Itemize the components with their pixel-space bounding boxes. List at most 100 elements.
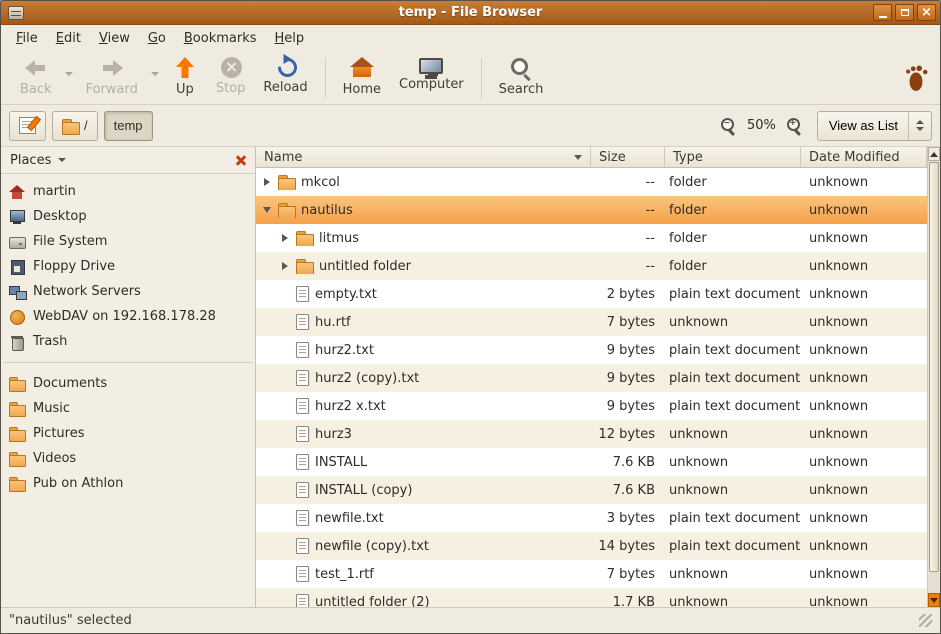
close-button[interactable]: ×: [917, 4, 936, 21]
sidebar-item-pictures[interactable]: Pictures: [1, 421, 255, 446]
sidebar-item-pub-on-athlon[interactable]: Pub on Athlon: [1, 471, 255, 496]
back-icon: [23, 57, 49, 79]
collapse-arrow-icon[interactable]: [262, 207, 272, 213]
up-icon: [172, 57, 198, 79]
file-row-test-1-rtf[interactable]: test_1.rtf7 bytesunknownunknown: [256, 560, 927, 588]
menu-help[interactable]: Help: [266, 28, 314, 49]
file-date-cell: unknown: [801, 483, 927, 498]
expand-arrow-icon[interactable]: [262, 178, 272, 186]
network-icon: [9, 284, 25, 300]
scroll-down-icon: [930, 598, 938, 603]
file-row-newfile-copy-txt[interactable]: newfile (copy).txt14 bytesplain text doc…: [256, 532, 927, 560]
folder-icon: [296, 258, 313, 274]
search-button[interactable]: Search: [490, 54, 553, 102]
scroll-up-button[interactable]: [928, 147, 940, 161]
vertical-scrollbar[interactable]: [927, 147, 940, 607]
sidebar-item-label: WebDAV on 192.168.178.28: [33, 309, 216, 324]
file-name-cell: nautilus: [256, 202, 591, 218]
file-row-nautilus[interactable]: nautilus--folderunknown: [256, 196, 927, 224]
folder-icon: [62, 118, 79, 134]
menu-bookmarks[interactable]: Bookmarks: [175, 28, 266, 49]
sidebar-item-network-servers[interactable]: Network Servers: [1, 279, 255, 304]
file-list-pane: NameSizeTypeDate Modified mkcol--folderu…: [256, 147, 927, 607]
up-button[interactable]: Up: [163, 54, 207, 102]
reload-button[interactable]: Reload: [254, 54, 316, 102]
file-name-cell: hurz2 x.txt: [256, 398, 591, 414]
resize-grip[interactable]: [919, 614, 932, 627]
minimize-button[interactable]: [873, 4, 892, 21]
sidebar-item-floppy-drive[interactable]: Floppy Drive: [1, 254, 255, 279]
file-row-install[interactable]: INSTALL7.6 KBunknownunknown: [256, 448, 927, 476]
file-date-cell: unknown: [801, 259, 927, 274]
file-type-cell: unknown: [665, 567, 801, 582]
view-selector[interactable]: View as List: [817, 111, 932, 141]
sidebar-item-desktop[interactable]: Desktop: [1, 204, 255, 229]
file-row-litmus[interactable]: litmus--folderunknown: [256, 224, 927, 252]
file-date-cell: unknown: [801, 427, 927, 442]
scroll-down-button[interactable]: [928, 593, 940, 607]
column-header-type[interactable]: Type: [665, 147, 801, 168]
file-size-cell: --: [591, 259, 665, 274]
column-header-name[interactable]: Name: [256, 147, 591, 168]
file-date-cell: unknown: [801, 287, 927, 302]
menu-edit[interactable]: Edit: [47, 28, 90, 49]
root-folder-button[interactable]: /: [52, 111, 98, 141]
toolbar-separator: [325, 58, 326, 98]
maximize-button[interactable]: [895, 4, 914, 21]
file-date-cell: unknown: [801, 175, 927, 190]
sidebar-item-webdav-on-192-168-178-28[interactable]: WebDAV on 192.168.178.28: [1, 304, 255, 329]
stop-label: Stop: [216, 81, 246, 96]
sidebar-item-trash[interactable]: Trash: [1, 329, 255, 354]
zoom-in-button[interactable]: +: [784, 115, 805, 136]
file-name-cell: hurz2.txt: [256, 342, 591, 358]
reload-label: Reload: [263, 80, 307, 95]
sidebar-item-videos[interactable]: Videos: [1, 446, 255, 471]
file-name-label: litmus: [319, 231, 359, 246]
file-row-untitled-folder-2[interactable]: untitled folder (2)1.7 KBunknownunknown: [256, 588, 927, 607]
sidebar-item-label: martin: [33, 184, 76, 199]
column-header-size[interactable]: Size: [591, 147, 665, 168]
toolbar-separator: [481, 58, 482, 98]
column-header-date-modified[interactable]: Date Modified: [801, 147, 927, 168]
file-name-cell: hu.rtf: [256, 314, 591, 330]
file-row-hurz2-txt[interactable]: hurz2.txt9 bytesplain text documentunkno…: [256, 336, 927, 364]
titlebar[interactable]: temp - File Browser ×: [1, 1, 940, 25]
sidebar-item-file-system[interactable]: File System: [1, 229, 255, 254]
expand-arrow-icon[interactable]: [280, 234, 290, 242]
stop-button: Stop: [207, 54, 255, 102]
scrollbar-thumb[interactable]: [929, 162, 939, 572]
places-title: Places: [10, 153, 51, 168]
sidebar-item-martin[interactable]: martin: [1, 179, 255, 204]
file-row-hu-rtf[interactable]: hu.rtf7 bytesunknownunknown: [256, 308, 927, 336]
places-dropdown[interactable]: Places: [10, 153, 66, 168]
file-row-newfile-txt[interactable]: newfile.txt3 bytesplain text documentunk…: [256, 504, 927, 532]
edit-location-button[interactable]: [9, 111, 46, 141]
menu-go[interactable]: Go: [139, 28, 175, 49]
file-name-cell: INSTALL: [256, 454, 591, 470]
menu-file[interactable]: File: [7, 28, 47, 49]
file-row-hurz2-x-txt[interactable]: hurz2 x.txt9 bytesplain text documentunk…: [256, 392, 927, 420]
path-button-temp[interactable]: temp: [104, 111, 153, 141]
zoom-out-button[interactable]: −: [718, 115, 739, 136]
file-name-label: hurz3: [315, 427, 352, 442]
file-row-hurz2-copy-txt[interactable]: hurz2 (copy).txt9 bytesplain text docume…: [256, 364, 927, 392]
file-row-install-copy[interactable]: INSTALL (copy)7.6 KBunknownunknown: [256, 476, 927, 504]
sidebar-item-label: Videos: [33, 451, 76, 466]
file-icon: [296, 426, 309, 442]
sidebar-item-documents[interactable]: Documents: [1, 371, 255, 396]
file-row-mkcol[interactable]: mkcol--folderunknown: [256, 168, 927, 196]
home-button[interactable]: Home: [334, 54, 390, 102]
file-name-label: INSTALL (copy): [315, 483, 412, 498]
scrollbar-trough[interactable]: [928, 161, 940, 593]
back-dropdown-button[interactable]: [61, 54, 77, 102]
file-row-untitled-folder[interactable]: untitled folder--folderunknown: [256, 252, 927, 280]
expand-arrow-icon[interactable]: [280, 262, 290, 270]
home-icon: [349, 57, 375, 79]
computer-button[interactable]: Computer: [390, 54, 473, 102]
menu-view[interactable]: View: [90, 28, 139, 49]
forward-dropdown-button[interactable]: [147, 54, 163, 102]
sidebar-close-button[interactable]: [234, 153, 249, 168]
sidebar-item-music[interactable]: Music: [1, 396, 255, 421]
file-row-empty-txt[interactable]: empty.txt2 bytesplain text documentunkno…: [256, 280, 927, 308]
file-row-hurz3[interactable]: hurz312 bytesunknownunknown: [256, 420, 927, 448]
